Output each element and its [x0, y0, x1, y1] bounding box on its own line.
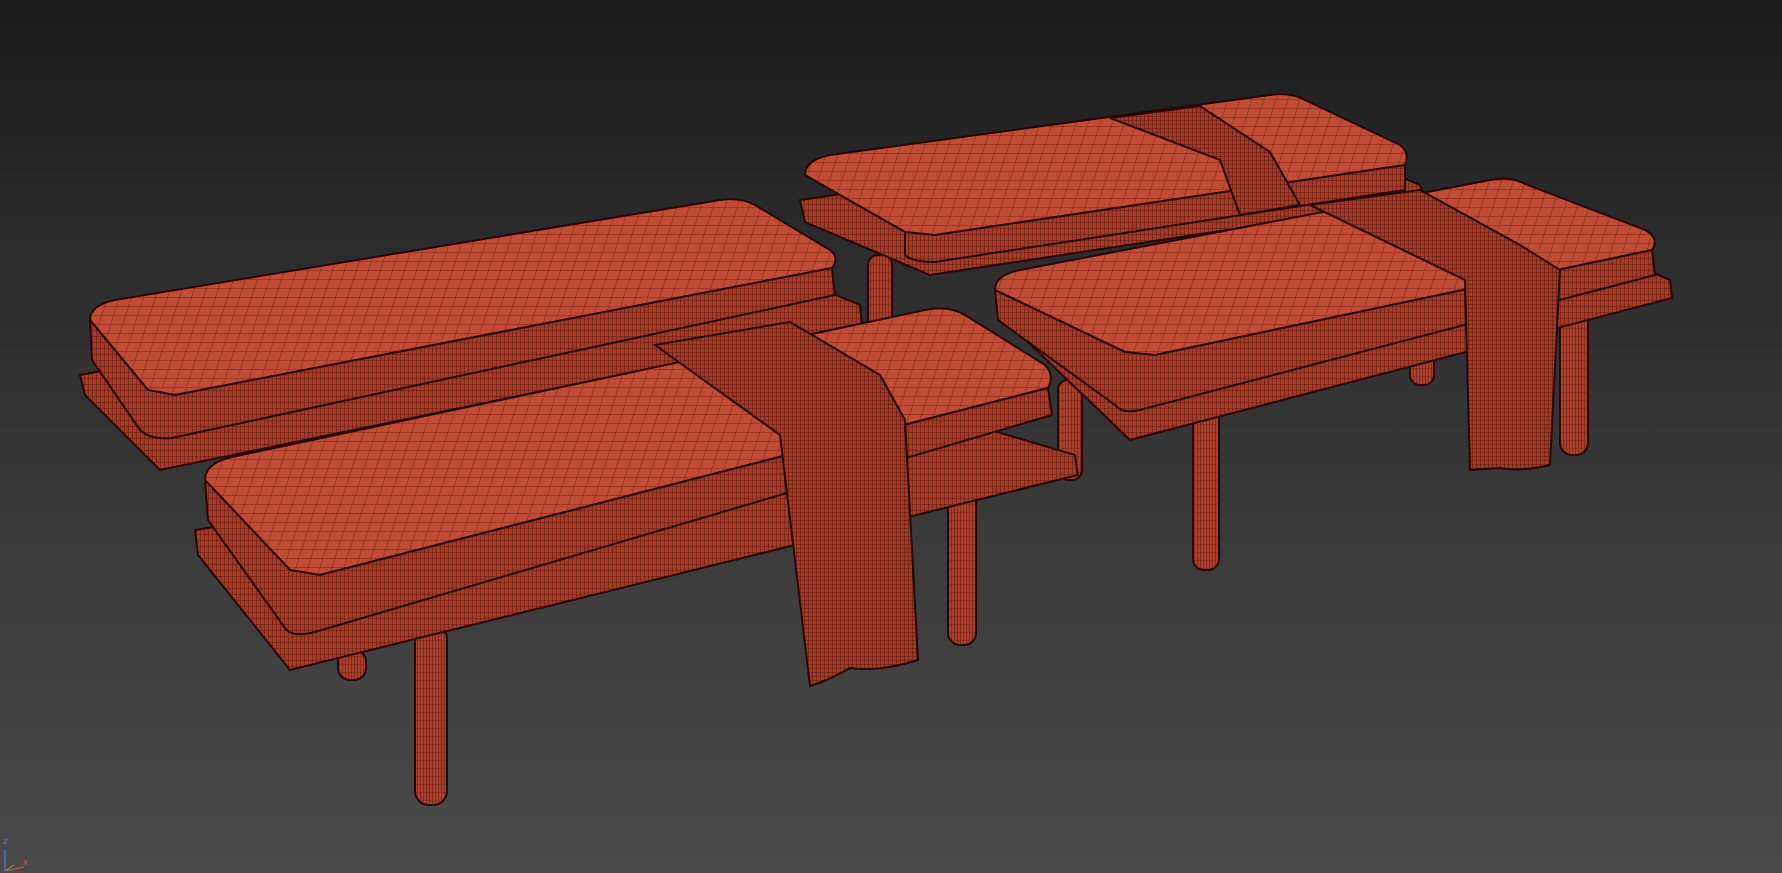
axis-gizmo: z x — [0, 838, 32, 873]
axis-z-label: z — [3, 837, 8, 847]
axis-x-label: x — [23, 858, 29, 868]
scene-render[interactable] — [0, 0, 1782, 873]
bench-front-left-leg — [414, 624, 448, 806]
3d-viewport[interactable]: z x — [0, 0, 1782, 873]
bench-front-left-leg — [947, 484, 977, 646]
